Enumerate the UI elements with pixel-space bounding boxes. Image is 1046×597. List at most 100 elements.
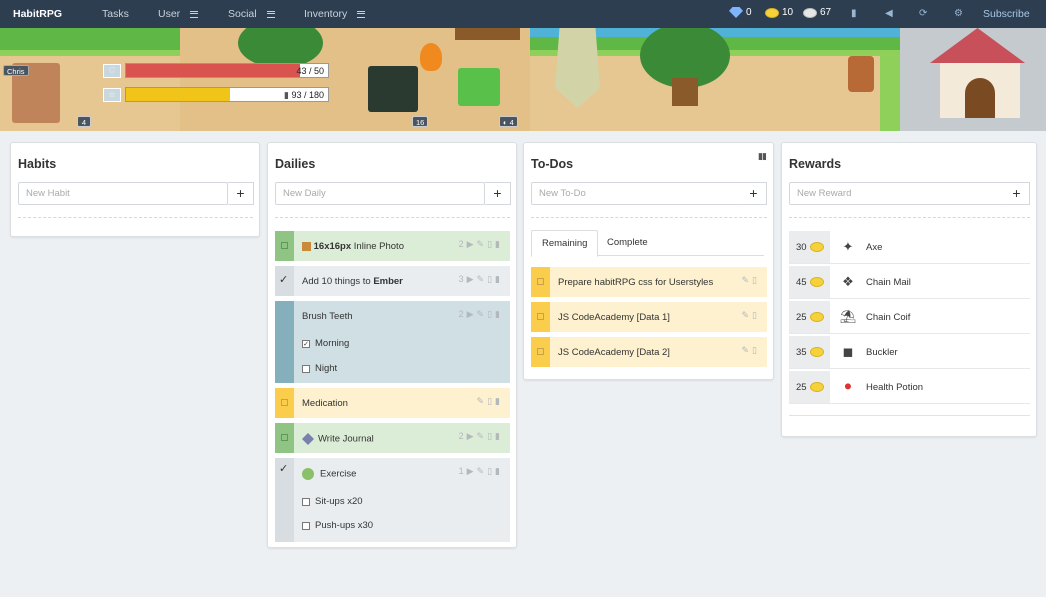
reward-item[interactable]: 30 ✦ Axe — [789, 231, 1030, 264]
todo-check-area[interactable] — [531, 337, 550, 367]
nav-tasks[interactable]: Tasks — [102, 8, 129, 20]
brand-logo[interactable]: HabitRPG — [13, 8, 62, 20]
nav-user[interactable]: User — [158, 8, 199, 20]
edit-icon[interactable]: ✎ — [477, 309, 488, 319]
checklist-item[interactable]: ✓ Morning — [302, 338, 349, 349]
daily-check-area[interactable] — [275, 423, 294, 453]
edit-icon[interactable]: ✎ — [477, 466, 488, 476]
add-daily-button[interactable]: + — [485, 182, 511, 205]
reward-name: Axe — [866, 242, 883, 253]
trash-icon[interactable]: ▯ — [487, 466, 495, 476]
edit-icon[interactable]: ✎ — [742, 345, 753, 355]
daily-check-area[interactable]: ✓ — [275, 458, 294, 542]
trash-icon[interactable]: ▯ — [487, 239, 495, 249]
edit-icon[interactable]: ✎ — [477, 431, 488, 441]
edit-icon[interactable]: ✎ — [742, 310, 753, 320]
stats-icon[interactable]: ▮ — [495, 239, 503, 249]
checklist-item[interactable]: Night — [302, 363, 337, 374]
new-todo-input[interactable]: New To-Do — [531, 182, 742, 205]
gear-icon[interactable]: ⚙ — [954, 8, 963, 19]
reward-item[interactable]: 45 ❖ Chain Mail — [789, 266, 1030, 299]
daily-item[interactable]: 16x16px Inline Photo 2▶✎▯▮ — [275, 231, 510, 261]
party-member-avatar[interactable] — [368, 66, 418, 112]
reward-item[interactable]: 25 ⚫ Health Potion — [789, 371, 1030, 404]
daily-tools: 1▶✎▯▮ — [459, 466, 503, 477]
trash-icon[interactable]: ▯ — [752, 275, 760, 285]
tab-remaining[interactable]: Remaining — [531, 230, 599, 257]
trash-icon[interactable]: ▯ — [752, 310, 760, 320]
checklist-checkbox[interactable] — [302, 521, 310, 530]
daily-item[interactable]: ✓ Add 10 things to Ember 3▶✎▯▮ — [275, 266, 510, 296]
tab-complete[interactable]: Complete — [597, 230, 658, 257]
edit-icon[interactable]: ✎ — [477, 396, 488, 406]
daily-checkbox[interactable] — [281, 399, 288, 406]
checklist-item[interactable]: Push-ups x30 — [302, 520, 373, 531]
daily-check-area[interactable]: ✓ — [275, 266, 294, 296]
todo-item[interactable]: JS CodeAcademy [Data 1] ✎▯ — [531, 302, 767, 332]
daily-item[interactable]: Brush Teeth 2▶✎▯▮ ✓ Morning Night — [275, 301, 510, 383]
reward-item[interactable]: 25 ⛱ Chain Coif — [789, 301, 1030, 334]
nav-social[interactable]: Social — [228, 8, 275, 20]
trash-icon[interactable]: ▯ — [487, 309, 495, 319]
reward-buy-button[interactable]: 25 — [789, 301, 830, 333]
daily-text: 16x16px Inline Photo — [302, 241, 404, 252]
todo-item[interactable]: JS CodeAcademy [Data 2] ✎▯ — [531, 337, 767, 367]
sync-icon[interactable]: ⟳ — [919, 8, 927, 19]
daily-check-area[interactable] — [275, 301, 294, 383]
signal-icon[interactable]: ▮▮ — [758, 151, 767, 162]
reward-buy-button[interactable]: 35 — [789, 336, 830, 368]
daily-check-area[interactable] — [275, 388, 294, 418]
checklist-checkbox-checked[interactable]: ✓ — [302, 339, 310, 348]
nav-inventory[interactable]: Inventory — [304, 8, 366, 20]
reward-buy-button[interactable]: 25 — [789, 371, 830, 403]
new-daily-input[interactable]: New Daily — [275, 182, 485, 205]
gems-counter[interactable]: 0 — [729, 7, 752, 18]
party-member-avatar[interactable] — [458, 68, 500, 106]
add-habit-button[interactable]: + — [228, 182, 254, 205]
add-todo-button[interactable]: + — [741, 182, 767, 205]
new-habit-input[interactable]: New Habit — [18, 182, 228, 205]
todo-checkbox[interactable] — [537, 278, 544, 285]
mute-icon[interactable]: ◀ — [885, 8, 893, 19]
todo-item[interactable]: Prepare habitRPG css for Userstyles ✎▯ — [531, 267, 767, 297]
stats-icon[interactable]: ▮ — [495, 466, 503, 476]
member-level-badge: 16 — [412, 116, 429, 127]
todo-checkbox[interactable] — [537, 313, 544, 320]
reward-buy-button[interactable]: 45 — [789, 266, 830, 298]
checklist-item[interactable]: Sit-ups x20 — [302, 496, 363, 507]
daily-item[interactable]: ✓ Exercise 1▶✎▯▮ Sit-ups x20 Push-ups x3… — [275, 458, 510, 542]
daily-check-area[interactable] — [275, 231, 294, 261]
stats-icon[interactable]: ▮ — [495, 396, 503, 406]
trash-icon[interactable]: ▯ — [752, 345, 760, 355]
daily-checkbox[interactable] — [281, 242, 288, 249]
stats-icon[interactable]: ▮ — [495, 309, 503, 319]
reward-buy-button[interactable]: 30 — [789, 231, 830, 263]
stats-icon[interactable]: ▮ — [495, 274, 503, 284]
daily-item[interactable]: Write Journal 2▶✎▯▮ — [275, 423, 510, 453]
reward-item[interactable]: 35 ◼ Buckler — [789, 336, 1030, 369]
todo-check-area[interactable] — [531, 302, 550, 332]
daily-checkbox[interactable] — [281, 434, 288, 441]
streak-count: 2 — [458, 309, 467, 319]
todo-checkbox[interactable] — [537, 348, 544, 355]
reward-name: Chain Mail — [866, 277, 911, 288]
edit-icon[interactable]: ✎ — [477, 239, 488, 249]
reward-cost: 45 — [796, 276, 807, 288]
edit-icon[interactable]: ✎ — [477, 274, 488, 284]
experience-value: 93 / 180 — [291, 90, 324, 100]
trash-icon[interactable]: ▯ — [487, 274, 495, 284]
trash-icon[interactable]: ▯ — [487, 396, 495, 406]
stats-icon[interactable]: ▮ — [495, 431, 503, 441]
todo-check-area[interactable] — [531, 267, 550, 297]
checklist-checkbox[interactable] — [302, 497, 310, 506]
daily-item[interactable]: Medication ✎▯▮ — [275, 388, 510, 418]
checklist-checkbox[interactable] — [302, 364, 310, 373]
chat-icon[interactable]: ▮ — [851, 8, 857, 19]
add-reward-button[interactable]: + — [1004, 182, 1030, 205]
experience-text: ▮ 93 / 180 — [284, 90, 324, 101]
edit-icon[interactable]: ✎ — [742, 275, 753, 285]
new-reward-input[interactable]: New Reward — [789, 182, 1005, 205]
rewards-title: Rewards — [789, 157, 842, 171]
subscribe-link[interactable]: Subscribe — [983, 8, 1030, 20]
trash-icon[interactable]: ▯ — [487, 431, 495, 441]
